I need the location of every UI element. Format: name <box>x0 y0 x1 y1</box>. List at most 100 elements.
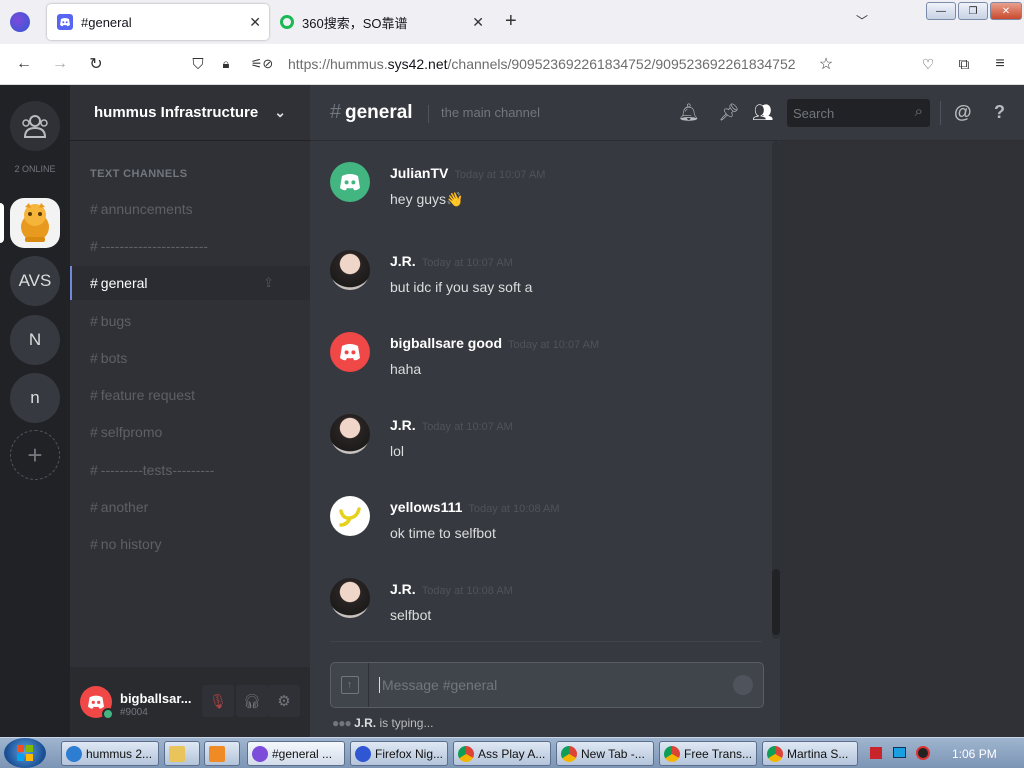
emoji-picker-icon[interactable] <box>733 675 753 695</box>
settings-gear-icon[interactable]: ⚙ <box>268 685 300 717</box>
channel-general[interactable]: # general ⇪ <box>70 266 310 300</box>
member-list-panel <box>780 141 1024 737</box>
pin-icon[interactable]: 📌︎ <box>718 103 740 123</box>
server-icon-hummus[interactable] <box>10 198 60 248</box>
typing-user: J.R. <box>354 716 377 730</box>
channel-bots[interactable]: # bots <box>70 341 310 375</box>
channel-separator-1[interactable]: # ----------------------- <box>70 229 310 263</box>
mentions-icon[interactable]: @ <box>954 102 972 123</box>
hashtag-icon: # <box>90 313 98 329</box>
back-arrow-icon[interactable]: ← <box>12 52 36 76</box>
headphones-icon[interactable]: 🎧︎ <box>236 685 268 717</box>
permissions-icon[interactable]: ⚟⊘ <box>242 52 282 76</box>
taskbar-item-chrome-1[interactable]: Ass Play A... <box>453 741 551 766</box>
tray-app-icon[interactable] <box>916 746 930 760</box>
scrollbar-thumb[interactable] <box>772 569 780 635</box>
taskbar-item-chrome-2[interactable]: New Tab -... <box>556 741 654 766</box>
lock-icon[interactable]: 🔒︎ <box>214 52 238 76</box>
list-tabs-chevron-down-icon[interactable]: ﹀ <box>856 12 868 29</box>
close-window-button[interactable]: ✕ <box>990 2 1022 20</box>
avatar[interactable] <box>330 578 370 618</box>
avatar[interactable] <box>330 250 370 290</box>
tray-flag-icon[interactable] <box>870 747 882 759</box>
channel-bugs[interactable]: # bugs <box>70 304 310 338</box>
search-icon: ⌕ <box>914 103 923 120</box>
taskbar-item-general[interactable]: #general ... <box>247 741 345 766</box>
close-tab-icon[interactable]: ✕ <box>472 14 484 31</box>
shield-icon[interactable]: ⛉ <box>186 52 210 76</box>
online-count: 2 ONLINE <box>14 164 56 174</box>
friends-icon[interactable] <box>10 101 60 151</box>
channel-header: # general the main channel 🔔︎ 📌︎ 👥︎ Sear… <box>310 85 1024 141</box>
taskbar-item-ie[interactable]: hummus 2... <box>61 741 159 766</box>
taskbar-media[interactable] <box>204 741 240 766</box>
chrome-icon <box>458 745 474 762</box>
taskbar-item-chrome-4[interactable]: Martina S... <box>762 741 858 766</box>
message-author[interactable]: bigballsare good Today at 10:07 AM <box>390 335 599 351</box>
server-icon-n-upper[interactable]: N <box>10 315 60 365</box>
avatar[interactable] <box>80 686 114 720</box>
hashtag-icon: # <box>90 536 98 552</box>
tab-360-search[interactable]: 360搜索，SO靠谱 ✕ <box>270 4 492 40</box>
channel-title: general <box>345 101 413 123</box>
channel-tests[interactable]: # ---------tests--------- <box>70 453 310 487</box>
message-author[interactable]: J.R. Today at 10:08 AM <box>390 581 513 597</box>
hashtag-icon: # <box>90 424 98 440</box>
channel-feature-request[interactable]: # feature request <box>70 378 310 412</box>
taskbar-explorer[interactable] <box>164 741 200 766</box>
tab-general[interactable]: #general ✕ <box>47 4 269 40</box>
restore-button[interactable]: ❐ <box>958 2 988 20</box>
server-icon-n-lower[interactable]: n <box>10 373 60 423</box>
message-composer: ↑ Message #general <box>330 662 764 708</box>
message: J.R. Today at 10:08 AM selfbot <box>330 578 760 628</box>
minimize-button[interactable]: — <box>926 2 956 20</box>
message-author[interactable]: J.R. Today at 10:07 AM <box>390 253 513 269</box>
channel-selfpromo[interactable]: # selfpromo <box>70 415 310 449</box>
channel-topic: the main channel <box>441 105 541 120</box>
new-tab-button[interactable]: + <box>505 10 517 33</box>
start-button[interactable] <box>4 738 46 768</box>
help-icon[interactable]: ? <box>994 102 1005 123</box>
tray-monitor-icon[interactable] <box>893 747 906 758</box>
invite-icon[interactable]: ⇪ <box>263 275 274 291</box>
avatar[interactable] <box>330 414 370 454</box>
server-name: hummus Infrastructure <box>94 104 259 121</box>
system-clock[interactable]: 1:06 PM <box>952 747 997 761</box>
avatar[interactable] <box>330 332 370 372</box>
message-author[interactable]: JulianTV Today at 10:07 AM <box>390 165 545 181</box>
chevron-down-icon[interactable]: ⌄ <box>274 104 286 121</box>
message-input[interactable]: Message #general <box>379 677 497 693</box>
server-icon-avs[interactable]: AVS <box>10 256 60 306</box>
channel-another[interactable]: # another <box>70 490 310 524</box>
pocket-icon[interactable]: ♡ <box>916 52 940 76</box>
message-scrollbar[interactable] <box>772 141 780 639</box>
channel-annuncements[interactable]: # annuncements <box>70 192 310 226</box>
firefox-menu-icon[interactable] <box>10 12 30 32</box>
forward-arrow-icon[interactable]: → <box>48 52 72 76</box>
message-author[interactable]: J.R. Today at 10:07 AM <box>390 417 513 433</box>
bookmark-star-icon[interactable]: ☆ <box>814 52 838 76</box>
taskbar-item-chrome-3[interactable]: Free Trans... <box>659 741 757 766</box>
typing-indicator: ●●● J.R. is typing... <box>332 716 434 730</box>
avatar[interactable] <box>330 162 370 202</box>
taskbar-item-firefox-nightly[interactable]: Firefox Nig... <box>350 741 448 766</box>
search-input[interactable]: Search ⌕ <box>787 99 930 127</box>
channel-sidebar: hummus Infrastructure ⌄ TEXT CHANNELS # a… <box>70 85 310 737</box>
member-list-icon[interactable]: 👥︎ <box>752 103 774 123</box>
windows-taskbar: hummus 2... #general ... Firefox Nig... … <box>0 737 1024 768</box>
message: bigballsare good Today at 10:07 AM haha <box>330 332 760 382</box>
reload-icon[interactable]: ↻ <box>84 52 108 76</box>
channel-no-history[interactable]: # no history <box>70 527 310 561</box>
upload-icon[interactable]: ↑ <box>331 663 369 707</box>
close-tab-icon[interactable]: ✕ <box>249 14 261 31</box>
hashtag-icon: # <box>90 350 98 366</box>
hamburger-menu-icon[interactable]: ≡ <box>988 52 1012 76</box>
url-bar[interactable]: https://hummus.sys42.net/channels/909523… <box>288 56 796 72</box>
mute-microphone-icon[interactable]: 🎙︎ <box>202 685 234 717</box>
add-server-button[interactable]: + <box>10 430 60 480</box>
server-header[interactable]: hummus Infrastructure ⌄ <box>70 85 310 141</box>
notification-bell-icon[interactable]: 🔔︎ <box>678 103 700 123</box>
avatar[interactable] <box>330 496 370 536</box>
extensions-icon[interactable]: ⧉ <box>952 52 976 76</box>
message-author[interactable]: yellows111 Today at 10:08 AM <box>390 499 560 515</box>
